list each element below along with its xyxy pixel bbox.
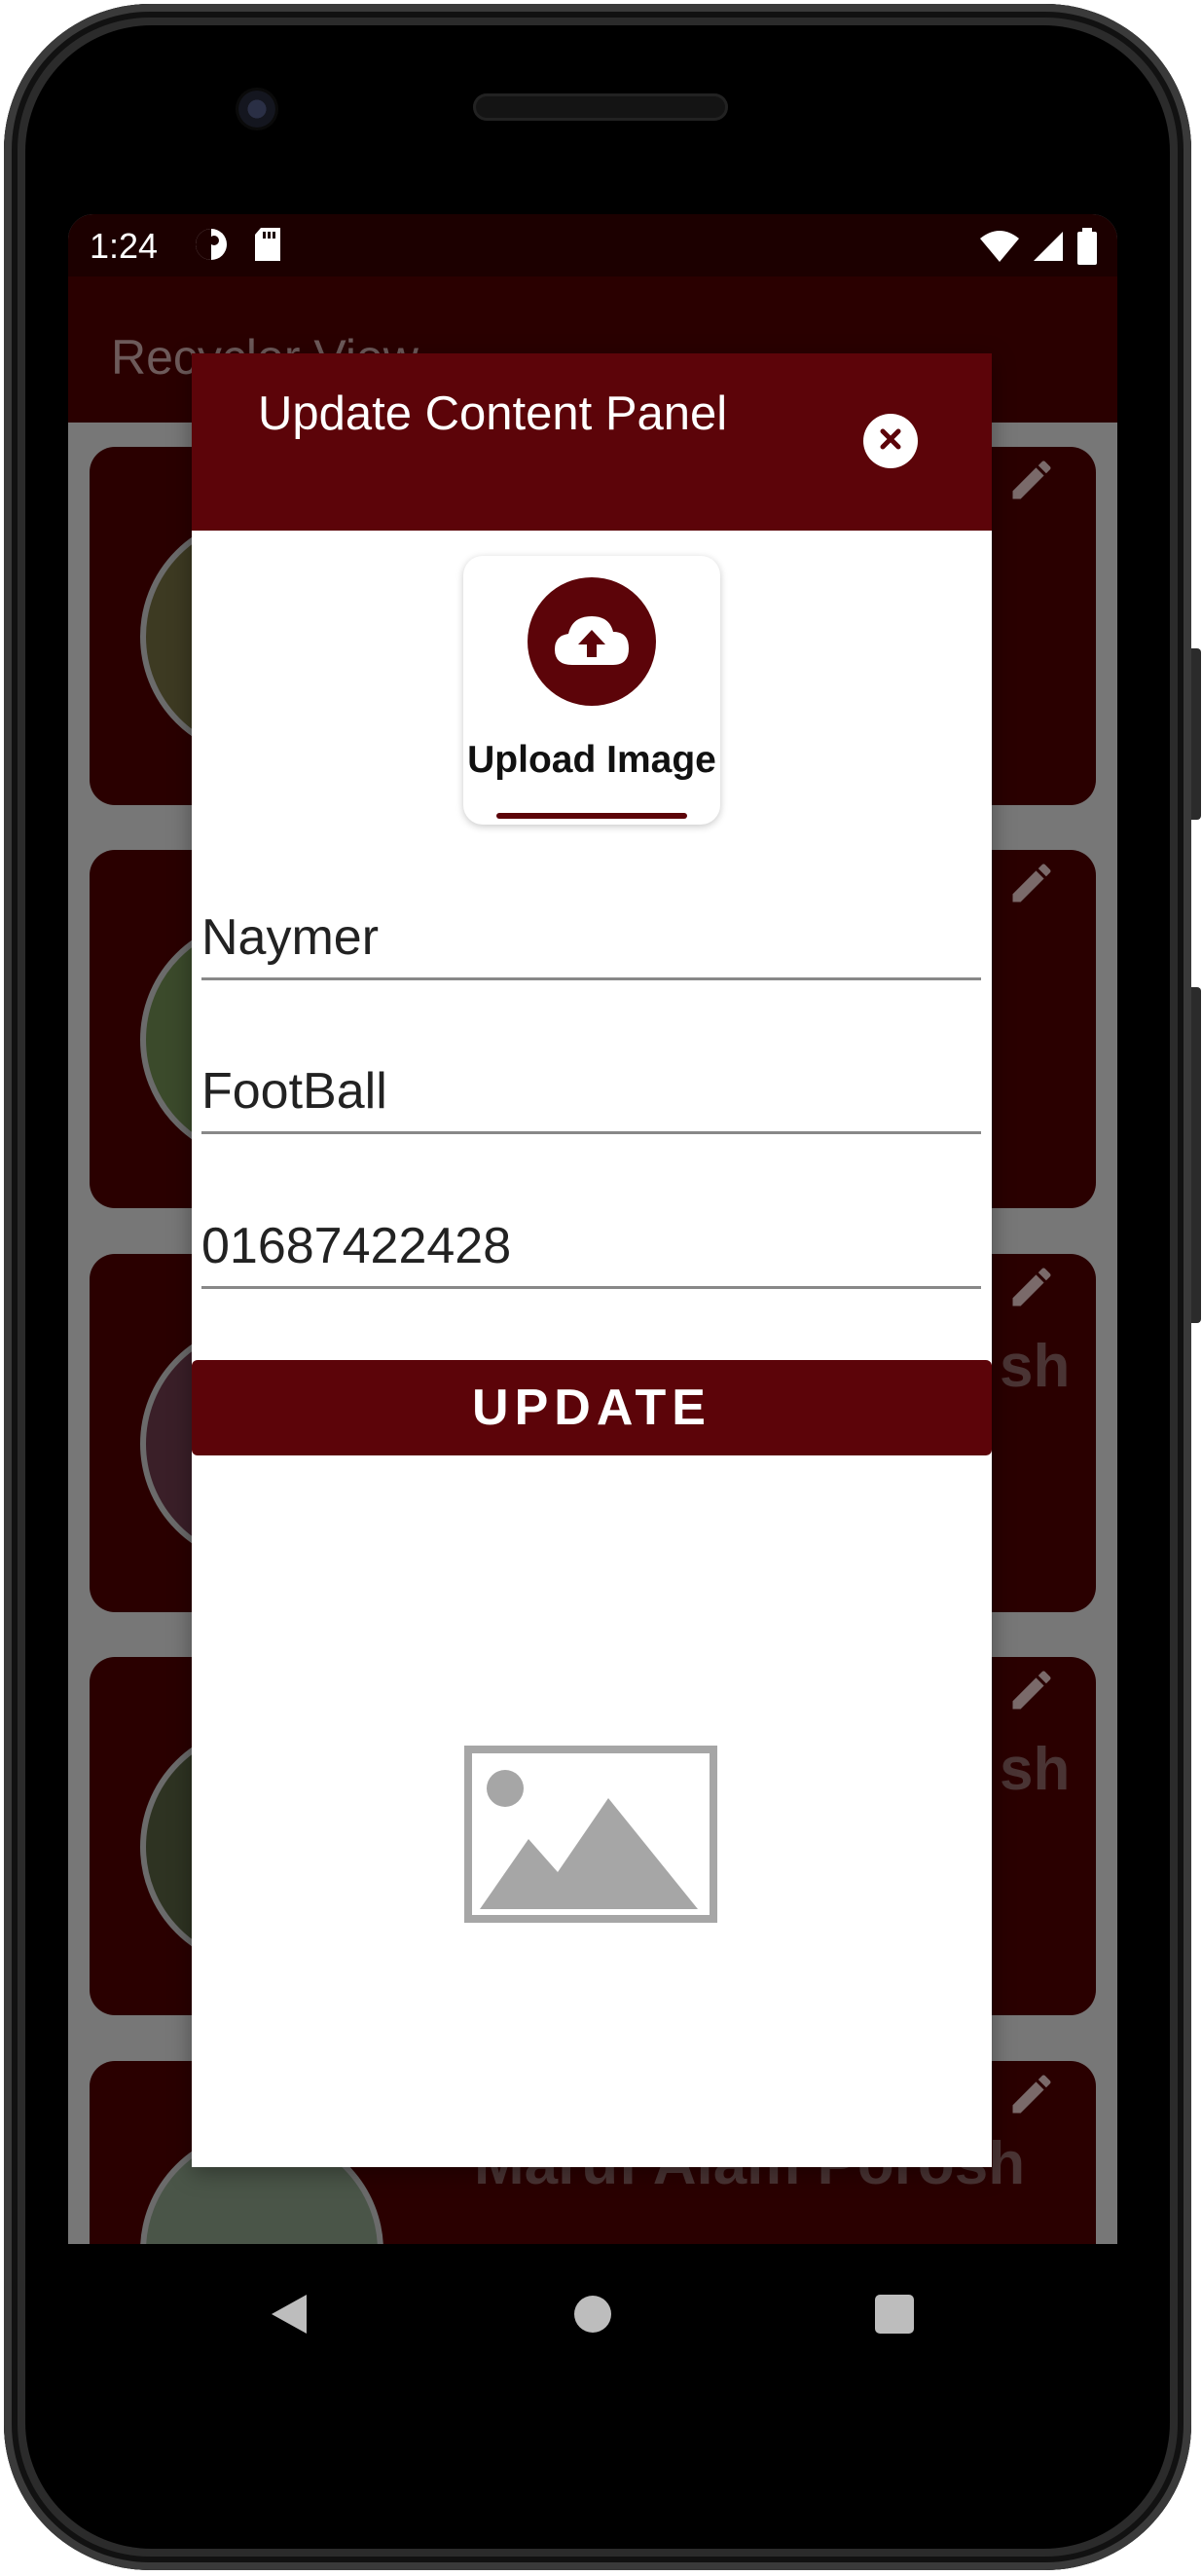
upload-underline — [496, 813, 687, 819]
earpiece-speaker — [473, 93, 728, 121]
status-bar: 1:24 — [68, 214, 1117, 276]
volume-button — [1191, 987, 1201, 1323]
screen: 1:24 Recycler View — [68, 214, 1117, 2244]
wifi-icon — [979, 230, 1020, 272]
close-button[interactable] — [863, 414, 918, 468]
upload-image-button[interactable]: Upload Image — [463, 556, 720, 825]
phone-field[interactable]: 01687422428 — [201, 1207, 981, 1289]
category-field[interactable]: FootBall — [201, 1052, 981, 1134]
cellular-signal-icon — [1032, 230, 1065, 272]
data-saver-icon — [193, 226, 230, 272]
close-icon — [877, 425, 904, 458]
status-icons — [979, 228, 1098, 274]
power-button — [1191, 648, 1201, 820]
name-field[interactable]: Naymer — [201, 899, 981, 980]
status-time: 1:24 — [90, 226, 159, 266]
recents-icon[interactable] — [875, 2295, 914, 2334]
dialog-title: Update Content Panel — [258, 387, 728, 440]
upload-icon-circle — [528, 577, 656, 706]
battery-icon — [1076, 228, 1098, 274]
front-camera — [236, 88, 278, 130]
update-dialog: Update Content Panel Upload Image Naymer — [192, 353, 992, 2167]
back-icon[interactable] — [268, 2293, 309, 2340]
cloud-upload-icon — [553, 612, 631, 672]
dialog-header: Update Content Panel — [192, 353, 992, 531]
image-placeholder-icon — [464, 1746, 717, 1928]
sd-card-icon — [253, 226, 282, 272]
upload-image-label: Upload Image — [467, 739, 716, 781]
update-button[interactable]: UPDATE — [192, 1360, 992, 1455]
home-icon[interactable] — [574, 2296, 611, 2333]
navigation-bar — [68, 2244, 1117, 2385]
